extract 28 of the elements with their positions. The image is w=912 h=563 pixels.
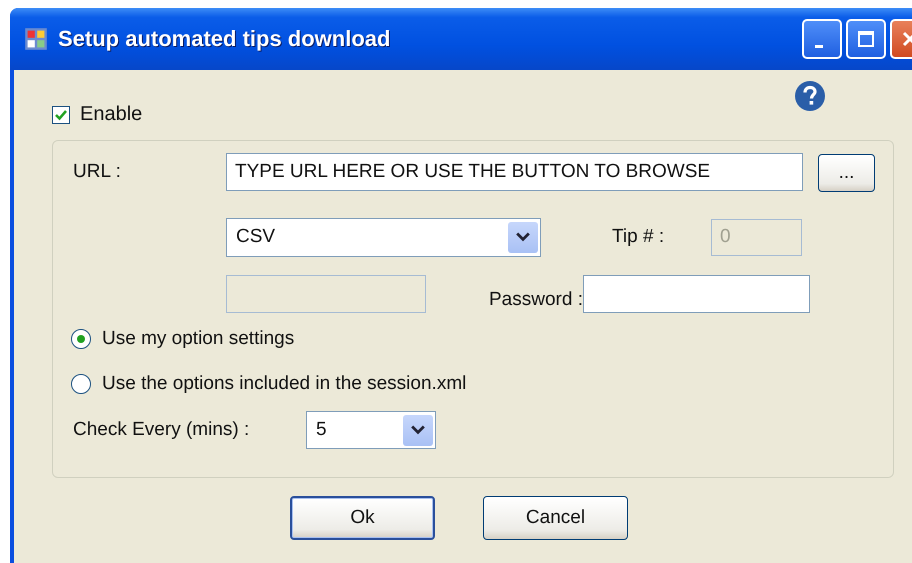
radio-button[interactable]	[71, 329, 91, 349]
minimize-icon	[815, 44, 823, 48]
enable-checkbox[interactable]	[52, 106, 70, 124]
chevron-down-icon	[411, 425, 425, 435]
checkbox-label: Enable	[80, 103, 142, 126]
interval-label: Check Every (mins) :	[73, 419, 250, 441]
interval-dropdown[interactable]: 5	[306, 411, 436, 449]
dialog-button[interactable]: Cancel	[483, 496, 628, 540]
url-field[interactable]: TYPE URL HERE OR USE THE BUTTON TO BROWSE	[226, 153, 803, 191]
password-label: Password :	[489, 289, 583, 311]
app-icon	[24, 27, 48, 51]
window-title: Setup automated tips download	[58, 26, 392, 52]
dropdown-button[interactable]	[508, 222, 538, 252]
radio-button[interactable]	[71, 374, 91, 394]
browse-button[interactable]: ...	[818, 154, 875, 192]
radio-label: Use my option settings	[102, 328, 294, 350]
tip-label: Tip # :	[612, 226, 666, 248]
maximize-icon	[856, 29, 876, 49]
minimize-button[interactable]	[802, 19, 842, 59]
url-label: URL :	[73, 161, 122, 183]
password-field[interactable]	[583, 275, 810, 313]
chevron-down-icon	[516, 232, 530, 242]
maximize-button[interactable]	[846, 19, 886, 59]
help-icon[interactable]	[794, 80, 826, 112]
dropdown-button[interactable]	[403, 414, 433, 446]
format-dropdown[interactable]: CSV	[226, 218, 541, 256]
radio-label: Use the options included in the session.xml	[102, 373, 466, 395]
dialog-button[interactable]: Ok	[290, 496, 435, 540]
